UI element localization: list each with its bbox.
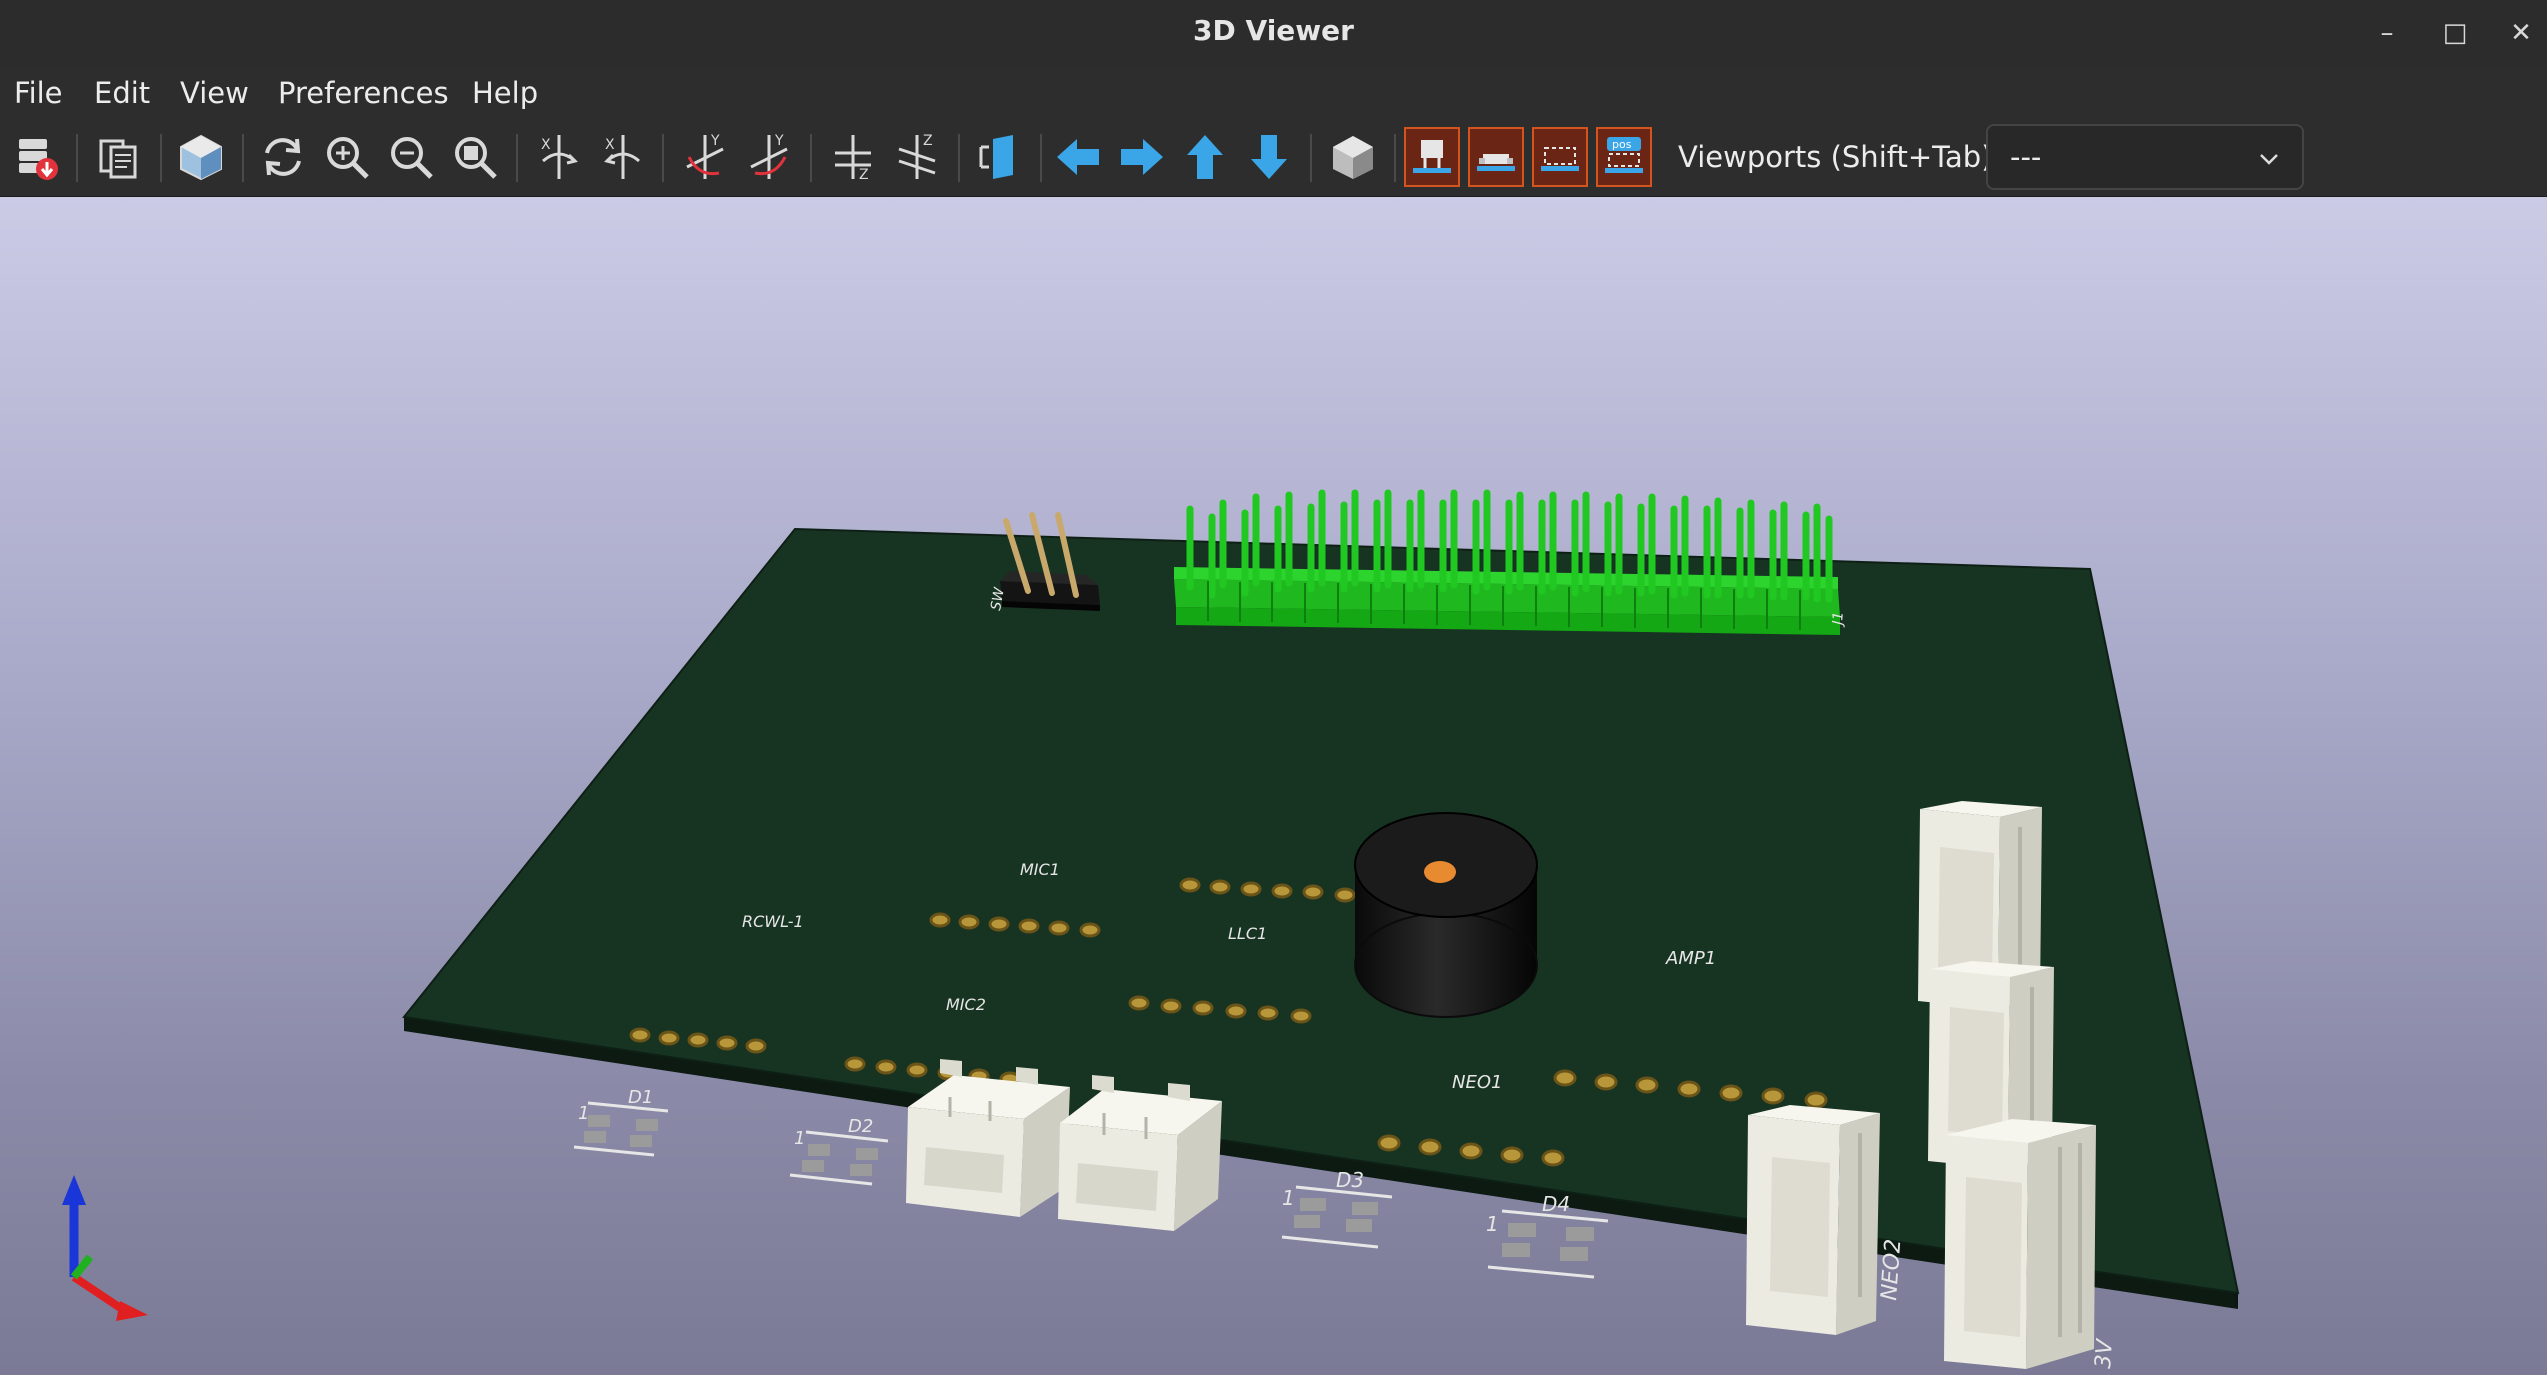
show-not-in-posfile-toggle[interactable]: pos	[1596, 127, 1652, 187]
ortho-view-button[interactable]	[1324, 128, 1382, 186]
chevron-down-icon	[2260, 154, 2278, 165]
pan-left-button[interactable]	[1050, 128, 1108, 186]
pcb-3d-view[interactable]: J1 SW MIC1 RCWL-1 LLC1 MIC2 AMP1 NEO1 D1…	[0, 197, 2547, 1375]
reload-button[interactable]	[254, 128, 312, 186]
rotate-x-cw-icon: X	[541, 135, 578, 179]
show-virtual-toggle[interactable]	[1532, 127, 1588, 187]
pan-down-button[interactable]	[1240, 128, 1298, 186]
zoom-in-button[interactable]	[318, 128, 376, 186]
flip-board-button[interactable]	[970, 128, 1028, 186]
copy-to-clipboard-icon	[99, 139, 137, 179]
raytracing-icon	[180, 134, 222, 181]
pan-left-icon	[1057, 139, 1099, 175]
export-image-button[interactable]	[8, 128, 66, 186]
svg-text:pos: pos	[1612, 138, 1632, 151]
zoom-out-icon	[391, 137, 433, 179]
svg-text:Z: Z	[859, 167, 869, 183]
viewports-label: Viewports (Shift+Tab):	[1678, 140, 2003, 174]
window-title: 3D Viewer	[1193, 14, 1354, 47]
label-rcwl-1: RCWL-1	[742, 912, 804, 931]
zoom-fit-button[interactable]	[446, 128, 504, 186]
d4-pin1-label: 1	[1486, 1212, 1499, 1236]
show-tht-toggle[interactable]	[1404, 127, 1460, 187]
label-d2: D2	[848, 1116, 873, 1137]
label-amp1: AMP1	[1665, 948, 1716, 969]
label-neo2: NEO2	[1877, 1238, 1906, 1301]
menu-preferences[interactable]: Preferences	[272, 76, 455, 110]
rotate-z-ccw-icon: Z	[898, 133, 936, 179]
rotate-x-cw-button[interactable]: X	[530, 128, 588, 186]
d1-pin1-label: 1	[578, 1103, 589, 1124]
rotate-z-ccw-button[interactable]: Z	[888, 128, 946, 186]
label-d3: D3	[1336, 1168, 1364, 1192]
buzzer	[1354, 812, 1538, 1018]
svg-text:X: X	[541, 137, 551, 153]
label-mic2: MIC2	[946, 995, 986, 1014]
zoom-in-icon	[327, 137, 369, 179]
d2-pin1-label: 1	[794, 1128, 805, 1149]
viewports-value: ---	[2010, 140, 2042, 174]
pan-up-button[interactable]	[1176, 128, 1234, 186]
pan-down-icon	[1251, 135, 1287, 179]
svg-text:Z: Z	[923, 133, 933, 149]
label-3v: 3V	[2091, 1337, 2118, 1370]
svg-text:Y: Y	[710, 133, 720, 149]
raytracing-button[interactable]	[172, 128, 230, 186]
d3-pin1-label: 1	[1282, 1186, 1295, 1210]
maximize-button[interactable]: □	[2436, 14, 2474, 52]
pan-right-icon	[1121, 139, 1163, 175]
ortho-view-icon	[1333, 136, 1373, 179]
zoom-out-button[interactable]	[382, 128, 440, 186]
label-d4: D4	[1542, 1192, 1570, 1216]
diode-d4	[1487, 1209, 1609, 1279]
rotate-y-cw-button[interactable]: Y	[676, 128, 734, 186]
close-button[interactable]: ✕	[2502, 14, 2540, 52]
right-connector-bottom	[1944, 1119, 2096, 1369]
rotate-z-cw-button[interactable]: Z	[824, 128, 882, 186]
rotate-y-cw-icon: Y	[686, 133, 724, 179]
pan-up-icon	[1187, 135, 1223, 179]
pan-right-button[interactable]	[1112, 128, 1170, 186]
rotate-x-ccw-icon: X	[604, 135, 640, 179]
rotate-y-ccw-button[interactable]: Y	[740, 128, 798, 186]
label-neo1: NEO1	[1452, 1072, 1502, 1093]
svg-text:Y: Y	[774, 133, 784, 149]
show-tht-icon	[1413, 140, 1451, 173]
export-image-icon	[19, 139, 58, 180]
menu-help[interactable]: Help	[466, 76, 544, 110]
viewports-dropdown[interactable]: ---	[1986, 124, 2304, 190]
menu-edit[interactable]: Edit	[88, 76, 156, 110]
label-llc1: LLC1	[1228, 924, 1267, 943]
show-smd-toggle[interactable]	[1468, 127, 1524, 187]
axis-gizmo	[62, 1175, 148, 1321]
flip-board-icon	[979, 135, 1013, 179]
menu-bar: File Edit View Preferences Help	[0, 66, 2547, 122]
title-bar: 3D Viewer – □ ✕	[0, 0, 2547, 67]
svg-text:X: X	[605, 137, 615, 153]
3d-canvas[interactable]: J1 SW MIC1 RCWL-1 LLC1 MIC2 AMP1 NEO1 D1…	[0, 197, 2547, 1375]
menu-file[interactable]: File	[8, 76, 69, 110]
zoom-fit-icon	[455, 137, 497, 179]
rotate-z-cw-icon: Z	[835, 135, 871, 183]
label-d1: D1	[628, 1087, 653, 1108]
label-mic1: MIC1	[1020, 860, 1060, 879]
reload-icon	[265, 138, 301, 176]
copy-clipboard-button[interactable]	[90, 128, 148, 186]
rotate-x-ccw-button[interactable]: X	[594, 128, 652, 186]
neo2-connector	[1746, 1105, 1880, 1335]
minimize-button[interactable]: –	[2368, 14, 2406, 52]
rotate-y-ccw-icon: Y	[750, 133, 788, 179]
toolbar: X X Y Y Z Z pos Viewports (Shift+Tab): -…	[0, 122, 2547, 197]
show-not-in-posfile-icon: pos	[1605, 137, 1643, 173]
diode-d3	[1281, 1185, 1393, 1249]
menu-view[interactable]: View	[174, 76, 255, 110]
show-smd-icon	[1477, 154, 1515, 171]
show-virtual-icon	[1541, 147, 1579, 171]
